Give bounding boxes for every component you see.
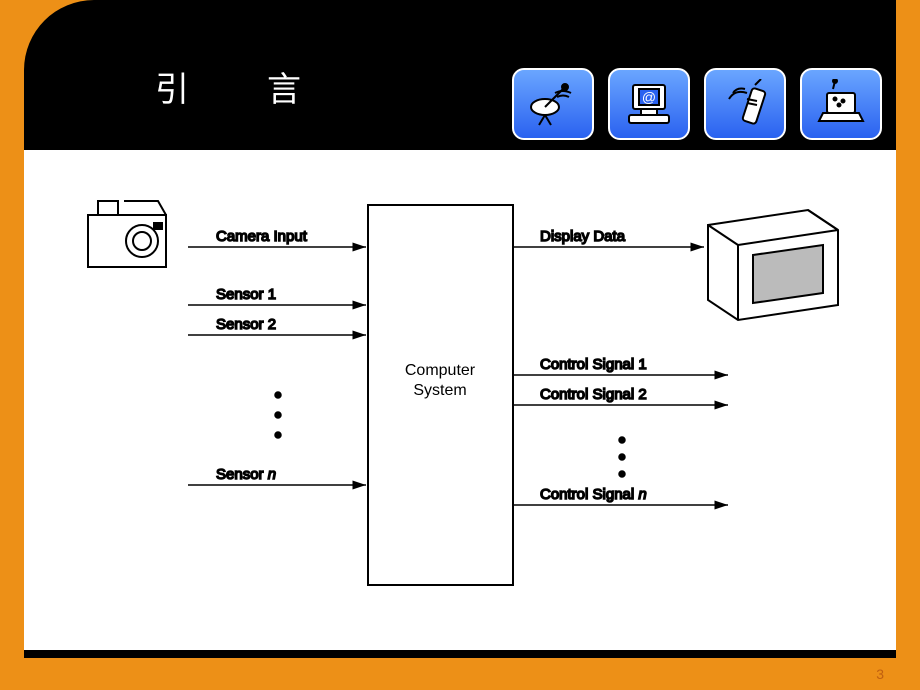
display-data-label: Display Data [540, 228, 626, 245]
display-icon [708, 210, 838, 320]
camera-icon [88, 201, 166, 267]
svg-text:@: @ [642, 89, 656, 105]
camera-input-label: Camera Input [216, 228, 308, 245]
mobile-phone-icon [704, 68, 786, 140]
controlN-label: Control Signal n [540, 486, 647, 503]
sensor1-label: Sensor 1 [216, 286, 276, 303]
footer-bar [24, 650, 896, 658]
sensor2-label: Sensor 2 [216, 316, 276, 333]
computer-at-icon: @ [608, 68, 690, 140]
control2-label: Control Signal 2 [540, 386, 647, 403]
laptop-signal-icon [800, 68, 882, 140]
computer-label-2: System [413, 382, 466, 399]
page-number: 3 [876, 666, 884, 682]
header-icon-row: @ [512, 68, 882, 140]
satellite-dish-icon [512, 68, 594, 140]
slide-title: 引 言 [155, 62, 323, 111]
control1-label: Control Signal 1 [540, 356, 647, 373]
computer-label-1: Computer [405, 362, 476, 379]
system-diagram: Computer System Camera Input Sensor 1 Se… [68, 175, 868, 615]
sensorN-label: Sensor n [216, 466, 276, 483]
